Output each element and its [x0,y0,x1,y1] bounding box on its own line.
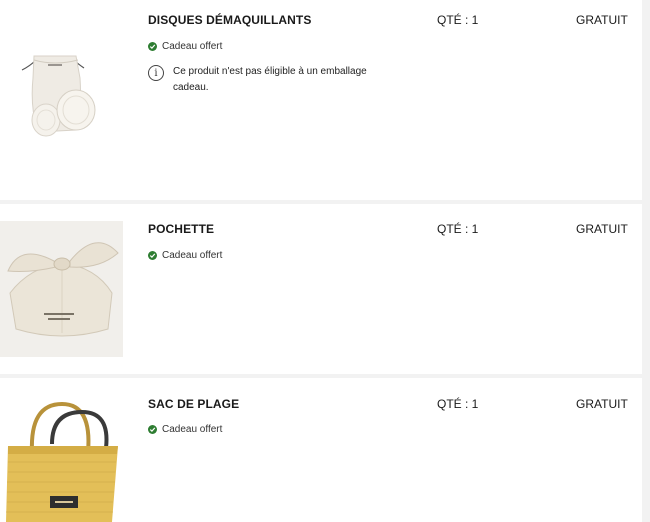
price: GRATUIT [576,397,628,411]
gift-badge: Cadeau offert [148,424,222,435]
product-image-cotton-pads[interactable] [0,38,123,158]
gift-label: Cadeau offert [162,250,223,261]
gift-wrap-notice: i Ce produit n'est pas éligible à un emb… [148,64,368,96]
check-icon [148,251,157,260]
gift-badge: Cadeau offert [148,250,222,261]
notice-text: Ce produit n'est pas éligible à un embal… [173,66,367,93]
price: GRATUIT [576,222,628,236]
gift-label: Cadeau offert [162,424,223,435]
quantity: QTÉ : 1 [437,13,479,27]
product-name[interactable]: SAC DE PLAGE [148,397,239,411]
gift-label: Cadeau offert [162,41,223,52]
quantity: QTÉ : 1 [437,222,479,236]
product-image-beach-bag[interactable] [0,396,123,522]
cart-item: DISQUES DÉMAQUILLANTS Cadeau offert i Ce… [0,0,642,200]
check-icon [148,425,157,434]
cart-item: SAC DE PLAGE Cadeau offert QTÉ : 1 GRATU… [0,378,642,522]
cart-item: POCHETTE Cadeau offert QTÉ : 1 GRATUIT [0,204,642,374]
product-name[interactable]: POCHETTE [148,222,214,236]
product-image-pochette[interactable] [0,221,123,357]
check-icon [148,42,157,51]
price: GRATUIT [576,13,628,27]
quantity: QTÉ : 1 [437,397,479,411]
info-icon: i [148,65,164,81]
product-name[interactable]: DISQUES DÉMAQUILLANTS [148,13,311,27]
gift-badge: Cadeau offert [148,41,222,52]
